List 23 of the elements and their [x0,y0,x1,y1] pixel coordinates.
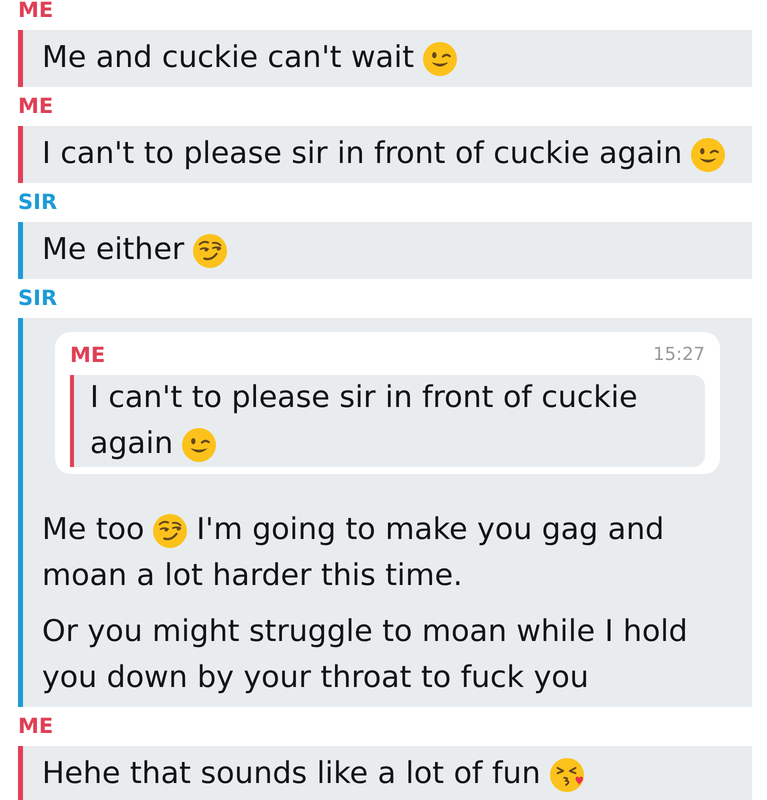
kissing-face-icon [550,758,584,792]
sender-name: SIR [18,192,58,212]
winking-face-icon [423,42,458,76]
message-text: Me and cuckie can't wait [42,39,414,77]
message-text: Or you might struggle to moan while I hold you down by your throat to fuck you [42,613,689,697]
sender-name: ME [18,716,54,736]
smirking-face-icon [193,234,228,268]
message-text: I can't to please sir in front of cuckie [90,379,638,417]
sender-name: ME [70,345,106,365]
winking-face-icon [182,428,216,462]
winking-face-icon [691,138,726,172]
smirking-face-icon [153,514,188,548]
sender-name: SIR [18,288,58,308]
sender-name: ME [18,0,54,20]
sender-name: ME [18,96,54,116]
message-text: again [90,425,174,463]
message-text: moan a lot harder this time. [42,557,463,595]
timestamp: 15:27 [653,345,705,365]
message-text: Hehe that sounds like a lot of fun [42,755,541,793]
message-text: I'm going to make you gag and [196,511,664,549]
message-text: Me either [42,231,184,269]
message-text: I can't to please sir in front of cuckie again [42,135,682,173]
message-text: Me too [42,511,144,549]
